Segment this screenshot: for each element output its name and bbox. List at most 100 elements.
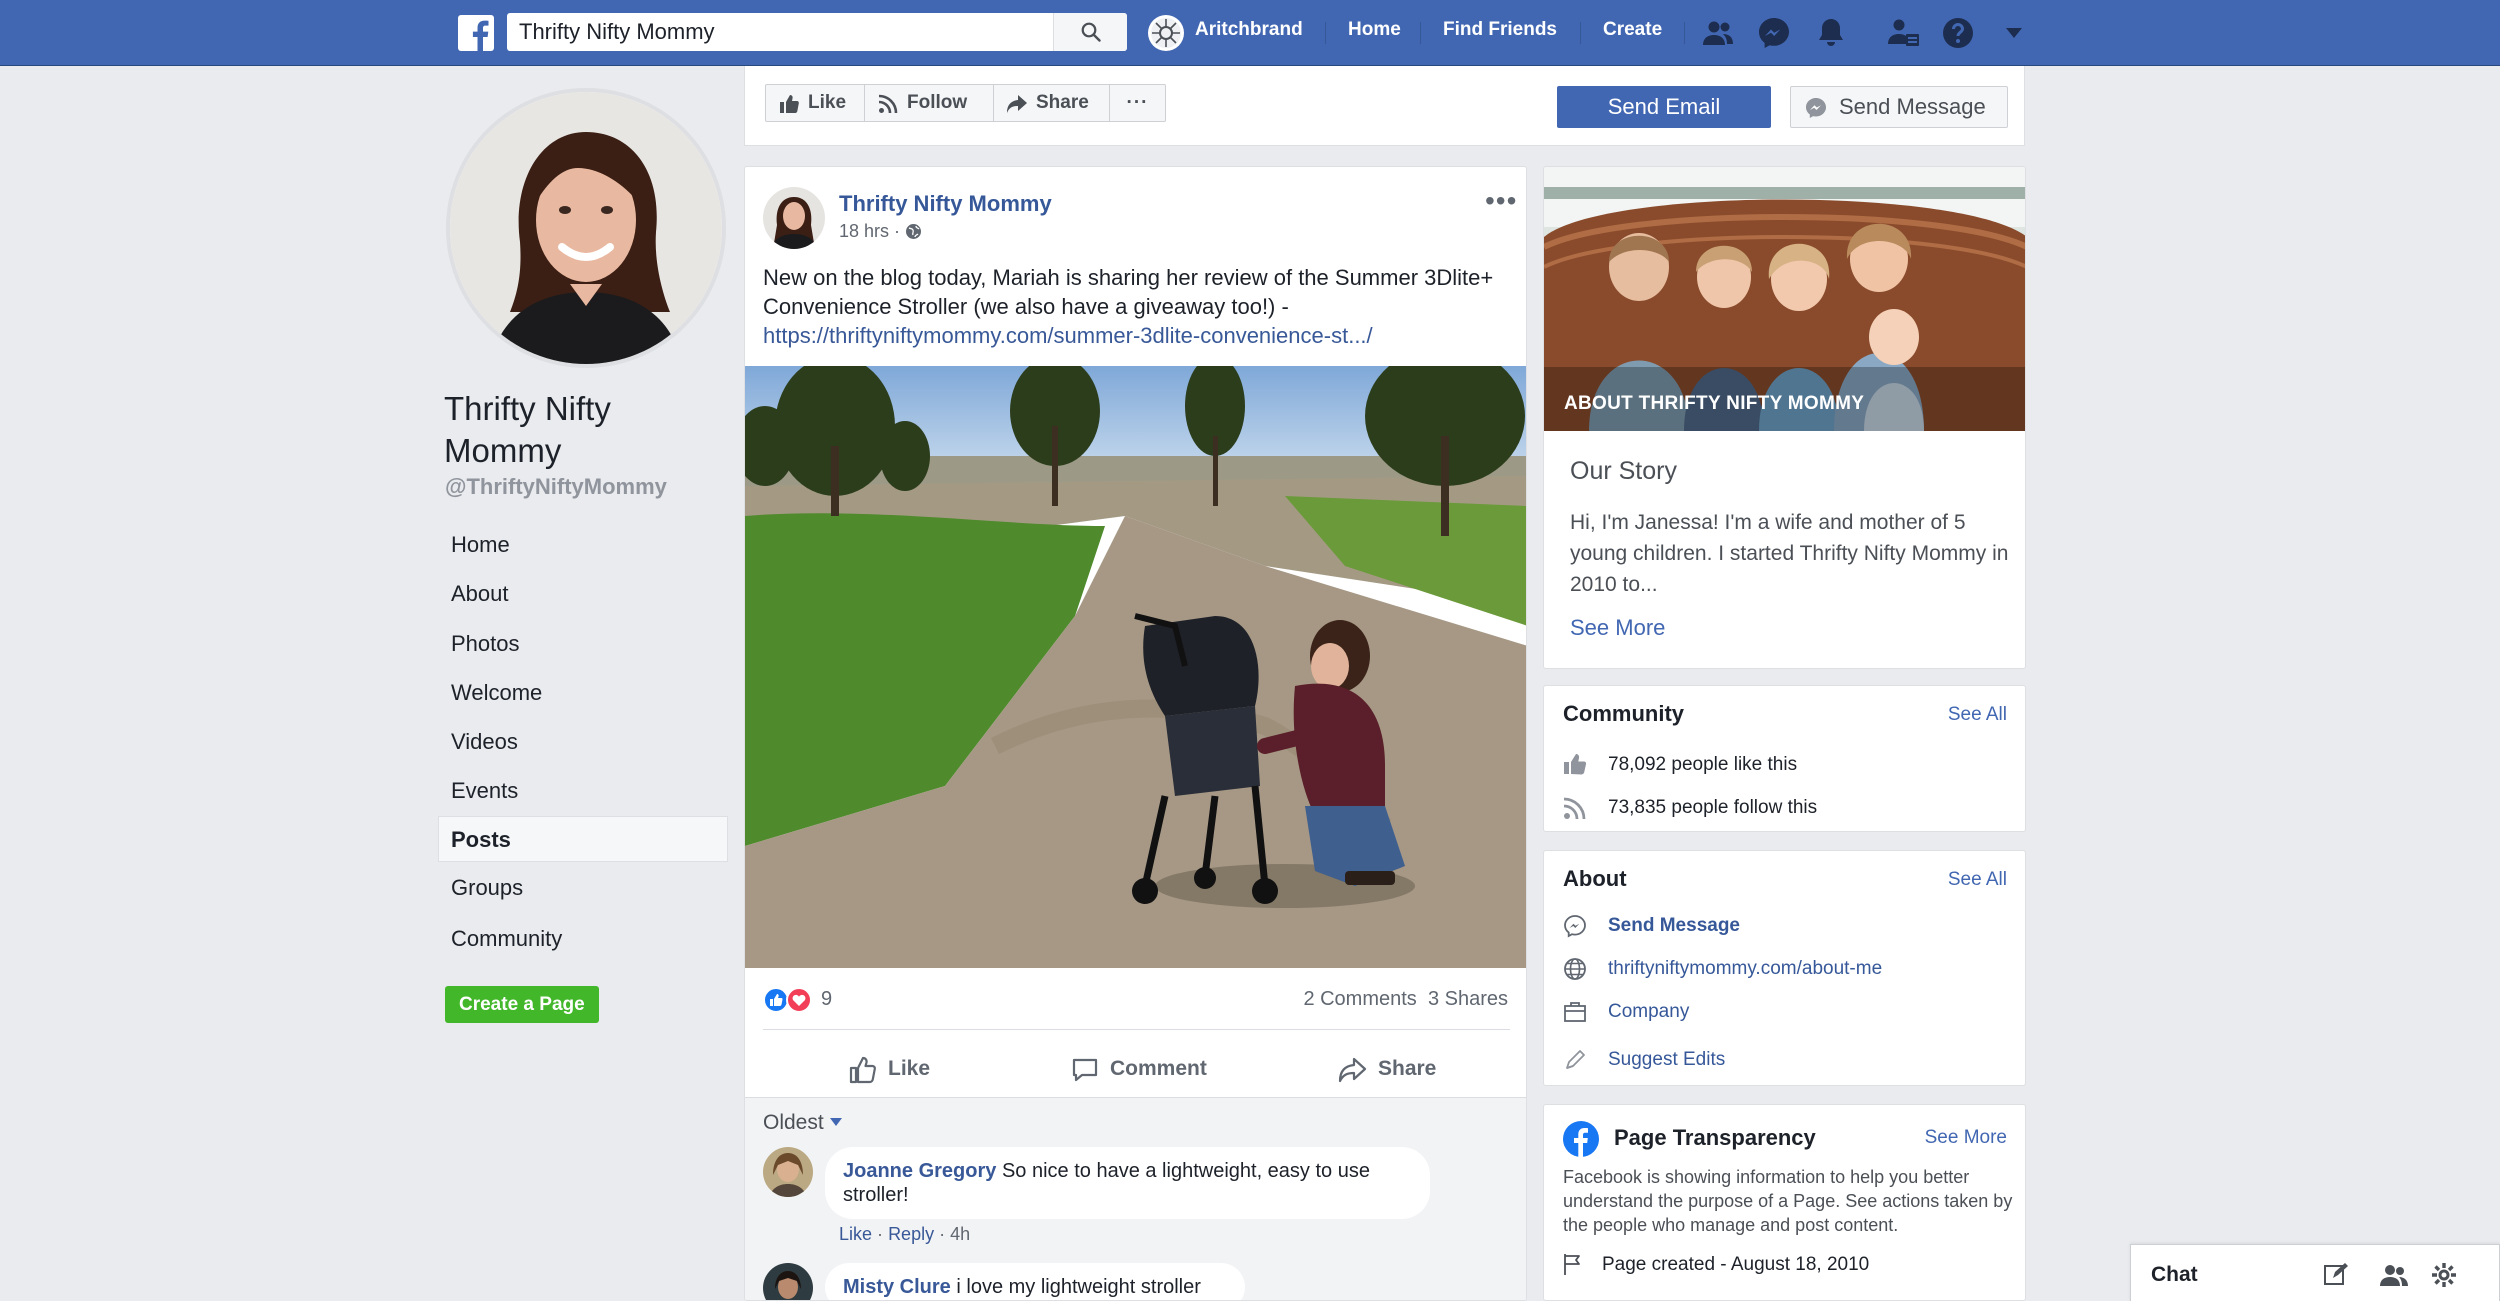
manage-page-icon[interactable] [1886, 15, 1922, 51]
help-icon[interactable] [1940, 15, 1976, 51]
stroller-photo-image [745, 366, 1526, 968]
about-see-all-link[interactable]: See All [1948, 869, 2007, 891]
create-group-icon[interactable] [2380, 1263, 2408, 1287]
left-nav-community[interactable]: Community [438, 916, 728, 962]
profile-name-link[interactable]: Aritchbrand [1195, 19, 1303, 41]
chat-settings-gear-icon[interactable] [2431, 1262, 2457, 1288]
commenter-avatar[interactable] [763, 1147, 813, 1197]
transparency-title[interactable]: Page Transparency [1614, 1125, 1816, 1151]
rss-follow-icon [1563, 797, 1586, 820]
messenger-icon [1564, 915, 1586, 938]
about-photo-caption: About Thrifty Nifty Mommy [1564, 393, 1865, 414]
left-nav-events[interactable]: Events [438, 768, 728, 814]
search-input[interactable] [519, 19, 1059, 45]
about-story-card: About Thrifty Nifty Mommy Our Story Hi, … [1543, 166, 2026, 669]
create-link[interactable]: Create [1603, 19, 1662, 41]
feed-post: Thrifty Nifty Mommy 18 hrs · ••• New on … [744, 166, 1527, 1301]
see-more-story-link[interactable]: See More [1570, 615, 1665, 641]
friend-requests-icon[interactable] [1700, 15, 1736, 51]
follow-page-button[interactable]: Follow [864, 84, 994, 122]
page-title[interactable]: Thrifty Nifty Mommy [444, 388, 704, 472]
about-title[interactable]: About [1563, 866, 1627, 892]
page-created-date: Page created - August 18, 2010 [1602, 1254, 1870, 1275]
rss-follow-icon [878, 94, 898, 114]
search-box [507, 13, 1127, 51]
left-nav-about[interactable]: About [438, 571, 728, 617]
comment-bubble-icon [1072, 1058, 1098, 1082]
post-author-avatar[interactable] [763, 187, 825, 249]
post-photo[interactable] [745, 366, 1526, 968]
post-options-button[interactable]: ••• [1485, 185, 1517, 217]
category-link[interactable]: Company [1608, 1001, 1689, 1023]
left-nav-groups[interactable]: Groups [438, 865, 728, 911]
send-message-button[interactable]: Send Message [1790, 86, 2008, 128]
story-cover-photo[interactable] [1544, 167, 2025, 431]
likes-count-text[interactable]: 78,092 people like this [1608, 754, 1797, 776]
left-nav-photos[interactable]: Photos [438, 621, 728, 667]
left-nav-videos[interactable]: Videos [438, 719, 728, 765]
chat-label[interactable]: Chat [2151, 1263, 2198, 1287]
new-message-compose-icon[interactable] [2323, 1262, 2349, 1288]
share-arrow-icon [1007, 95, 1027, 113]
avatar-badge-icon [1151, 18, 1181, 48]
thumbs-up-outline-icon [849, 1056, 876, 1084]
comment-meta: Like · Reply · 4h [839, 1224, 971, 1244]
comments-shares-count: 2 Comments 3 Shares [1303, 988, 1508, 1011]
left-nav-welcome[interactable]: Welcome [438, 670, 728, 716]
post-share-button[interactable]: Share [1338, 1049, 1458, 1089]
about-send-message-link[interactable]: Send Message [1608, 915, 1740, 937]
facebook-logo-icon[interactable] [458, 15, 494, 51]
chat-bar[interactable]: Chat [2130, 1244, 2500, 1301]
globe-public-icon [906, 224, 922, 239]
shares-count-link[interactable]: 3 Shares [1428, 988, 1508, 1010]
briefcase-icon [1564, 1002, 1586, 1022]
post-like-button[interactable]: Like [848, 1049, 968, 1089]
send-email-button[interactable]: Send Email [1557, 86, 1771, 128]
facebook-circle-icon [1563, 1121, 1599, 1157]
transparency-description: Facebook is showing information to help … [1563, 1167, 2013, 1235]
comments-count-link[interactable]: 2 Comments [1303, 988, 1416, 1010]
comment-like-link[interactable]: Like [839, 1224, 872, 1244]
find-friends-link[interactable]: Find Friends [1443, 19, 1557, 41]
comment-reply-link[interactable]: Reply [888, 1224, 934, 1244]
left-nav-home[interactable]: Home [438, 522, 728, 568]
reaction-icons[interactable] [763, 987, 817, 1013]
page-transparency-card: Page Transparency See More Facebook is s… [1543, 1104, 2026, 1301]
pencil-icon [1566, 1050, 1585, 1069]
messenger-icon[interactable] [1756, 15, 1792, 51]
comment-text: i love my lightweight stroller [956, 1276, 1201, 1298]
community-see-all-link[interactable]: See All [1948, 704, 2007, 726]
page-profile-picture[interactable] [446, 88, 726, 368]
comment-sort-dropdown[interactable]: Oldest [763, 1111, 842, 1135]
post-comment-button[interactable]: Comment [1070, 1049, 1230, 1089]
account-menu-chevron-down-icon[interactable] [2006, 28, 2022, 38]
left-nav-posts[interactable]: Posts [438, 816, 728, 862]
commenter-name[interactable]: Joanne Gregory [843, 1160, 996, 1182]
love-reaction-icon [786, 987, 812, 1013]
post-link[interactable]: https://thriftyniftymommy.com/summer-3dl… [763, 323, 1373, 348]
suggest-edits-link[interactable]: Suggest Edits [1608, 1049, 1725, 1071]
more-options-button[interactable]: ··· [1109, 84, 1166, 122]
website-link[interactable]: thriftyniftymommy.com/about-me [1608, 958, 1882, 980]
our-story-text: Hi, I'm Janessa! I'm a wife and mother o… [1570, 511, 2009, 596]
reaction-count[interactable]: 9 [821, 988, 832, 1011]
community-title[interactable]: Community [1563, 701, 1684, 727]
create-page-button[interactable]: Create a Page [445, 986, 599, 1023]
post-timestamp[interactable]: 18 hrs · [839, 221, 922, 242]
divider [1325, 22, 1326, 44]
search-button[interactable] [1053, 13, 1127, 51]
page-username[interactable]: @ThriftyNiftyMommy [445, 474, 667, 500]
post-author-name[interactable]: Thrifty Nifty Mommy [839, 191, 1052, 217]
commenter-name[interactable]: Misty Clure [843, 1276, 951, 1298]
like-page-button[interactable]: Like [765, 84, 865, 122]
our-story-title: Our Story [1570, 457, 1677, 485]
follows-count-text[interactable]: 73,835 people follow this [1608, 797, 1817, 819]
transparency-see-more-link[interactable]: See More [1925, 1127, 2007, 1149]
home-link[interactable]: Home [1348, 19, 1401, 41]
divider [763, 1029, 1510, 1030]
share-page-button[interactable]: Share [993, 84, 1110, 122]
user-avatar[interactable] [1148, 15, 1184, 51]
comment-age[interactable]: 4h [950, 1224, 970, 1244]
notifications-bell-icon[interactable] [1813, 15, 1849, 51]
community-card: Community See All 78,092 people like thi… [1543, 685, 2026, 832]
